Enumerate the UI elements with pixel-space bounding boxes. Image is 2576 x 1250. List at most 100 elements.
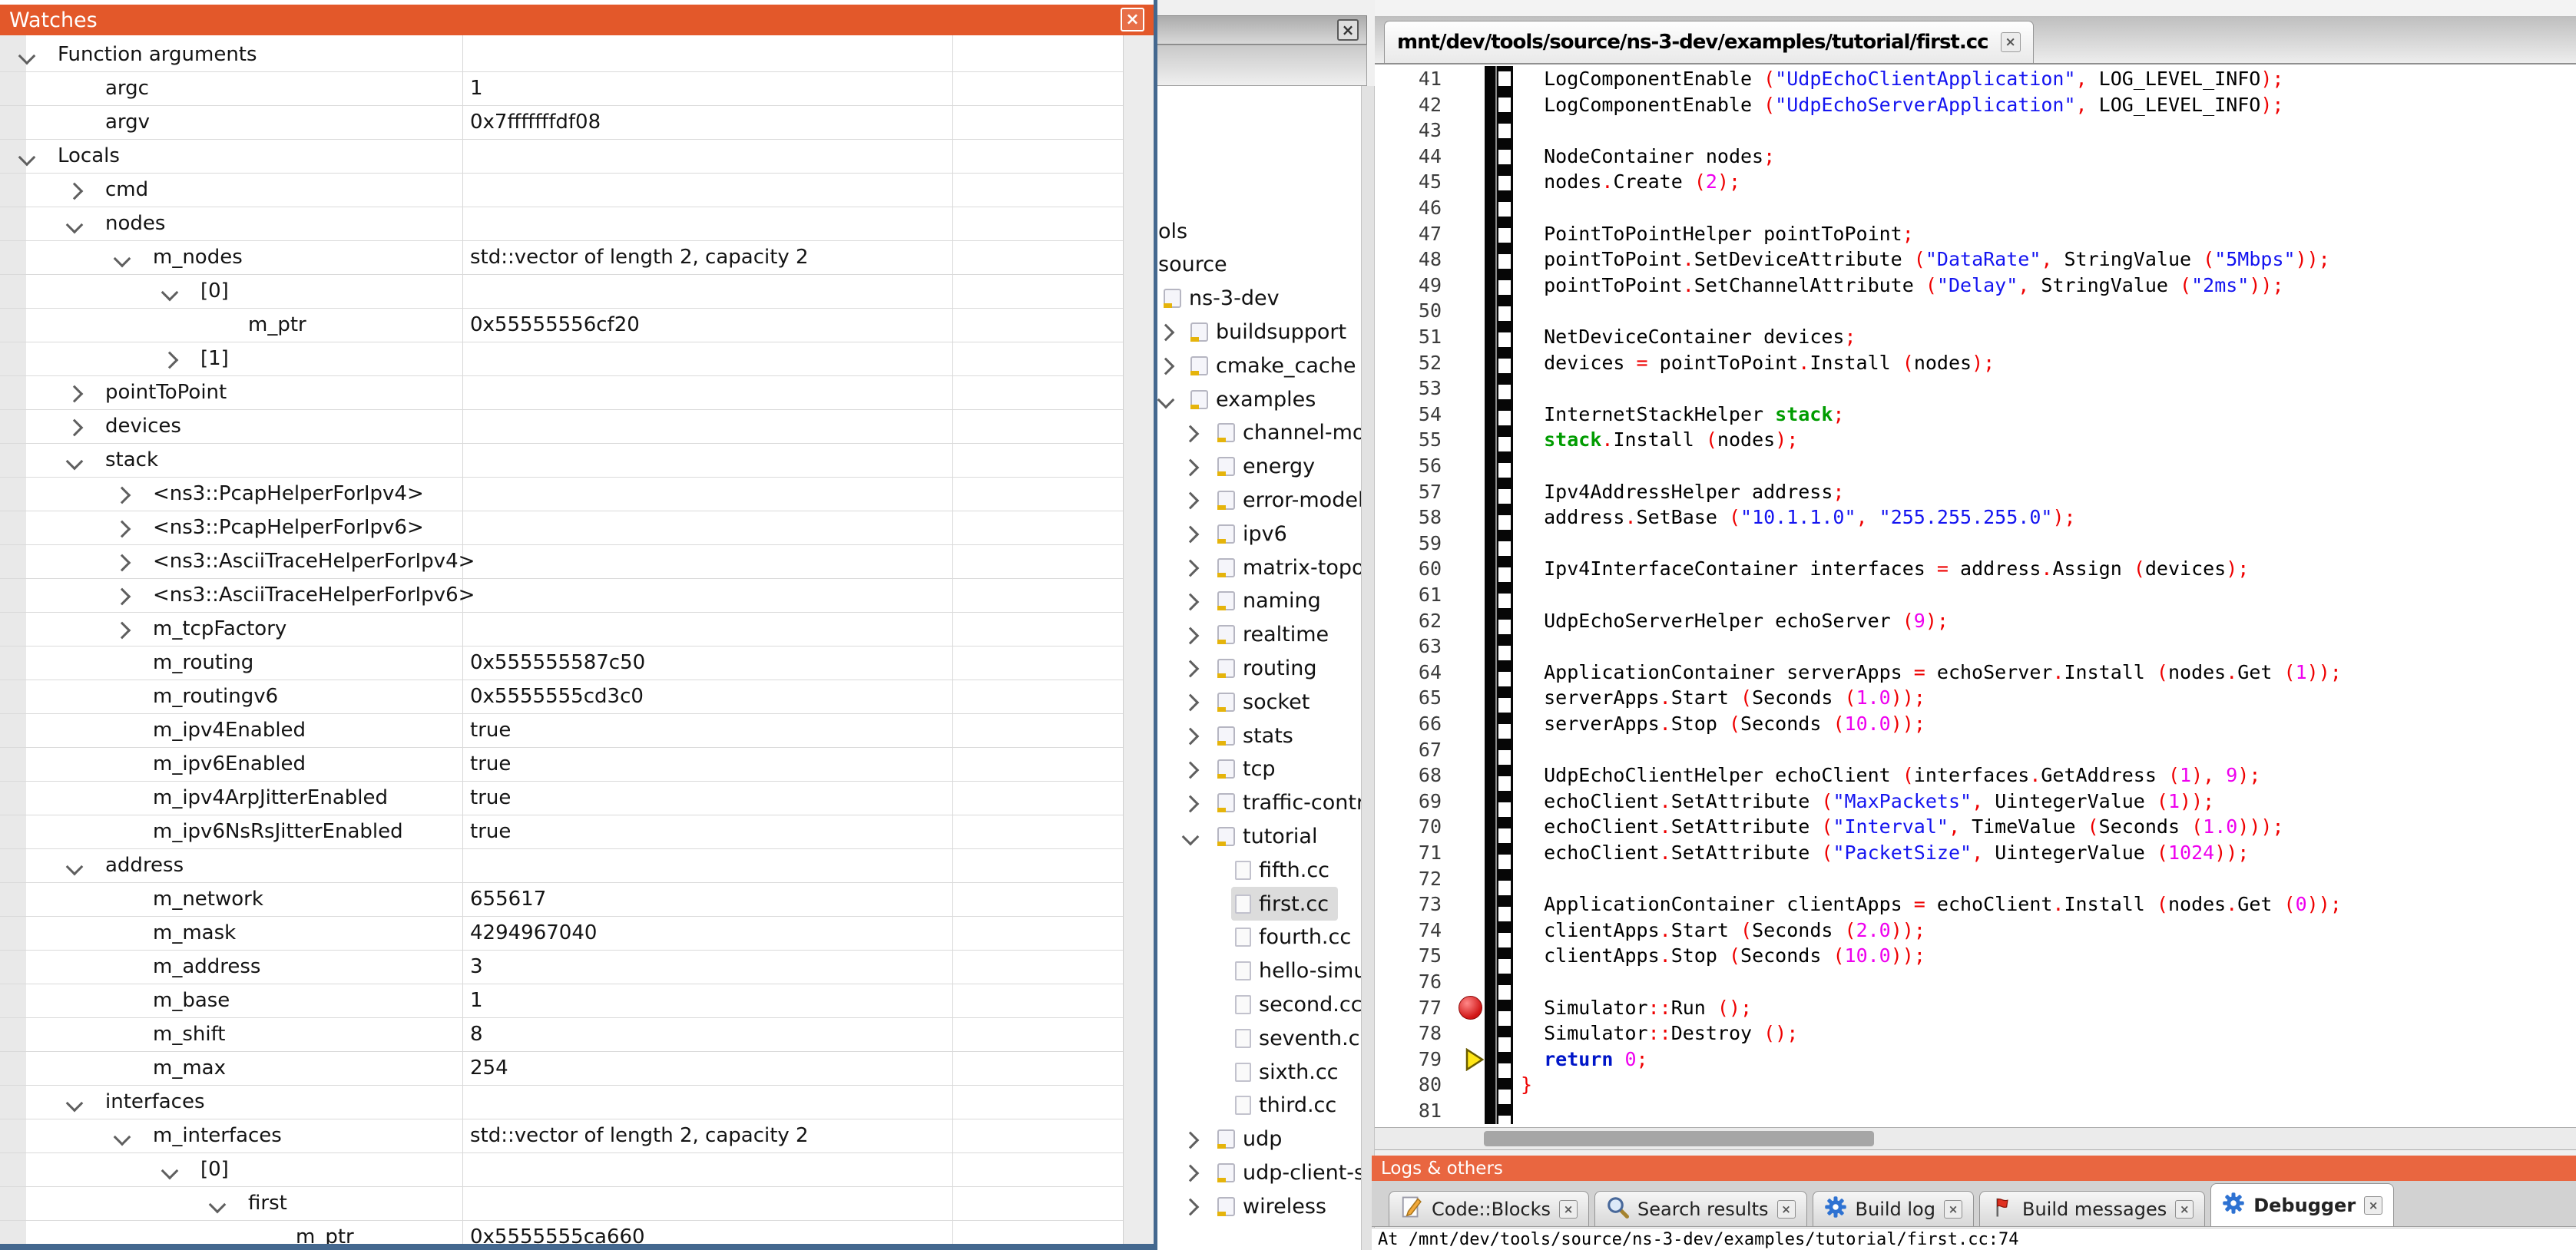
tree-node[interactable]: energy	[1217, 450, 1315, 484]
code-editor[interactable]: 41 LogComponentEnable ("UdpEchoClientApp…	[1375, 64, 2576, 1127]
tree-item[interactable]: traffic-contro	[1154, 786, 1361, 820]
tree-node[interactable]: sixth.cc	[1235, 1055, 1339, 1089]
tree-node[interactable]: error-model	[1217, 483, 1361, 517]
watch-row[interactable]: [0]	[0, 275, 1123, 309]
tree-node[interactable]: third.cc	[1235, 1089, 1336, 1123]
tree-item[interactable]: ns-3-dev	[1154, 282, 1361, 316]
line-number[interactable]: 48	[1375, 246, 1442, 273]
logs-tab-build-log[interactable]: Build log×	[1813, 1191, 1974, 1226]
tree-node[interactable]: buildsupport	[1190, 315, 1346, 349]
chevron-right-icon[interactable]	[1182, 593, 1200, 610]
tree-item[interactable]: second.cc	[1154, 987, 1361, 1021]
code-line[interactable]: 62 UdpEchoServerHelper echoServer (9);	[1375, 608, 2576, 634]
tree-item[interactable]: channel-mode	[1154, 416, 1361, 450]
line-number[interactable]: 63	[1375, 633, 1442, 660]
code-line[interactable]: 55 stack.Install (nodes);	[1375, 427, 2576, 453]
code-line[interactable]: 73 ApplicationContainer clientApps = ech…	[1375, 891, 2576, 918]
line-number[interactable]: 54	[1375, 402, 1442, 428]
close-icon[interactable]: ×	[2364, 1196, 2382, 1215]
code-line[interactable]: 53	[1375, 375, 2576, 402]
close-icon[interactable]: ×	[1559, 1200, 1578, 1219]
watch-row[interactable]: m_max254	[0, 1052, 1123, 1086]
close-icon[interactable]: ×	[1337, 19, 1359, 41]
code-line[interactable]: 68 UdpEchoClientHelper echoClient (inter…	[1375, 762, 2576, 789]
line-number[interactable]: 41	[1375, 66, 1442, 92]
line-number[interactable]: 51	[1375, 324, 1442, 350]
logs-tab-search-results[interactable]: Search results×	[1594, 1191, 1806, 1226]
chevron-down-icon[interactable]	[18, 48, 36, 65]
line-number[interactable]: 64	[1375, 660, 1442, 686]
chevron-down-icon[interactable]	[18, 149, 36, 167]
tree-scrollbar[interactable]	[1361, 86, 1375, 1250]
chevron-right-icon[interactable]	[1182, 1165, 1200, 1182]
chevron-right-icon[interactable]	[1157, 358, 1175, 375]
tree-item[interactable]: seventh.cc	[1154, 1021, 1361, 1055]
tree-item[interactable]: sixth.cc	[1154, 1055, 1361, 1089]
code-line[interactable]: 65 serverApps.Start (Seconds (1.0));	[1375, 685, 2576, 711]
line-number[interactable]: 73	[1375, 891, 1442, 918]
line-number[interactable]: 65	[1375, 685, 1442, 711]
code-line[interactable]: 57 Ipv4AddressHelper address;	[1375, 479, 2576, 505]
code-line[interactable]: 58 address.SetBase ("10.1.1.0", "255.255…	[1375, 504, 2576, 531]
line-number[interactable]: 55	[1375, 427, 1442, 453]
watch-row[interactable]: Function arguments	[0, 38, 1123, 72]
tree-item[interactable]: cmake_cache	[1154, 349, 1361, 382]
chevron-down-icon[interactable]	[1182, 828, 1200, 846]
chevron-right-icon[interactable]	[66, 419, 84, 437]
chevron-down-icon[interactable]	[66, 217, 84, 234]
watch-row[interactable]: <ns3::AsciiTraceHelperForIpv4>	[0, 545, 1123, 579]
code-line[interactable]: 69 echoClient.SetAttribute ("MaxPackets"…	[1375, 789, 2576, 815]
tree-item[interactable]: udp-client-ser	[1154, 1156, 1361, 1189]
tree-item-selected[interactable]: first.cc	[1154, 887, 1361, 921]
line-number[interactable]: 70	[1375, 814, 1442, 840]
line-number[interactable]: 45	[1375, 169, 1442, 195]
tree-item[interactable]: tutorial	[1154, 819, 1361, 853]
chevron-right-icon[interactable]	[114, 554, 131, 572]
line-number[interactable]: 79	[1375, 1047, 1442, 1073]
code-line[interactable]: 48 pointToPoint.SetDeviceAttribute ("Dat…	[1375, 246, 2576, 273]
chevron-down-icon[interactable]	[209, 1196, 227, 1214]
tree-item[interactable]: socket	[1154, 685, 1361, 719]
tree-item[interactable]: naming	[1154, 584, 1361, 618]
watch-row[interactable]: nodes	[0, 207, 1123, 241]
line-number[interactable]: 47	[1375, 221, 1442, 247]
tree-item[interactable]: buildsupport	[1154, 315, 1361, 349]
chevron-right-icon[interactable]	[66, 385, 84, 403]
line-number[interactable]: 67	[1375, 737, 1442, 763]
watch-row[interactable]: Locals	[0, 140, 1123, 174]
code-line[interactable]: 60 Ipv4InterfaceContainer interfaces = a…	[1375, 556, 2576, 582]
chevron-down-icon[interactable]	[66, 453, 84, 471]
chevron-right-icon[interactable]	[1182, 458, 1200, 476]
code-line[interactable]: 74 clientApps.Start (Seconds (2.0));	[1375, 918, 2576, 944]
watch-row[interactable]: first	[0, 1187, 1123, 1221]
chevron-right-icon[interactable]	[1182, 1131, 1200, 1149]
chevron-right-icon[interactable]	[66, 183, 84, 200]
watch-row[interactable]: m_ipv4Enabledtrue	[0, 714, 1123, 748]
watch-row[interactable]: m_ipv4ArpJitterEnabledtrue	[0, 782, 1123, 815]
tree-item[interactable]: energy	[1154, 450, 1361, 484]
watch-row[interactable]: m_ptr0x55555556cf20	[0, 309, 1123, 342]
watch-row[interactable]: m_network655617	[0, 883, 1123, 917]
tree-node[interactable]: seventh.cc	[1235, 1021, 1361, 1055]
line-number[interactable]: 78	[1375, 1020, 1442, 1047]
line-number[interactable]: 72	[1375, 866, 1442, 892]
tree-node[interactable]: fifth.cc	[1235, 853, 1329, 887]
code-line[interactable]: 45 nodes.Create (2);	[1375, 169, 2576, 195]
tree-node[interactable]: ipv6	[1217, 517, 1287, 551]
tree-node[interactable]: tcp	[1217, 752, 1276, 786]
chevron-right-icon[interactable]	[1182, 560, 1200, 577]
line-number[interactable]: 81	[1375, 1098, 1442, 1124]
chevron-right-icon[interactable]	[1182, 694, 1200, 712]
code-line[interactable]: 44 NodeContainer nodes;	[1375, 144, 2576, 170]
tree-item[interactable]: fifth.cc	[1154, 853, 1361, 887]
line-number[interactable]: 60	[1375, 556, 1442, 582]
code-line[interactable]: 61	[1375, 582, 2576, 608]
chevron-down-icon[interactable]	[66, 1095, 84, 1113]
line-number[interactable]: 46	[1375, 195, 1442, 221]
watch-row[interactable]: m_shift8	[0, 1018, 1123, 1052]
chevron-right-icon[interactable]	[1182, 660, 1200, 678]
tree-item[interactable]: third.cc	[1154, 1089, 1361, 1123]
line-number[interactable]: 43	[1375, 117, 1442, 144]
watch-row[interactable]: stack	[0, 444, 1123, 478]
watch-row[interactable]: m_mask4294967040	[0, 917, 1123, 951]
